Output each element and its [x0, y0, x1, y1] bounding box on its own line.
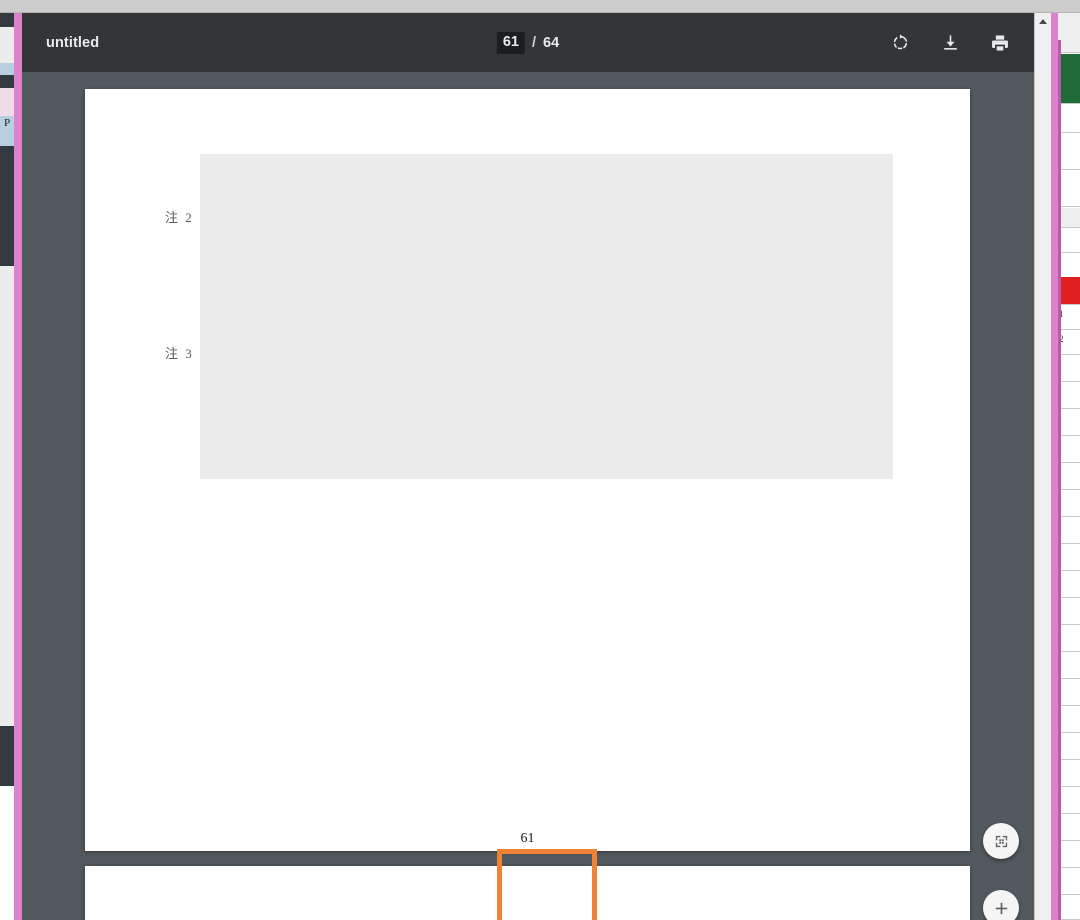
page-number-input[interactable]: 61 [496, 31, 525, 54]
note-label-3: 注 3 [165, 346, 194, 361]
download-button[interactable] [936, 29, 964, 57]
scrollbar-up-button[interactable] [1035, 13, 1051, 30]
page-folio-number: 61 [520, 831, 535, 846]
print-button[interactable] [986, 29, 1014, 57]
print-icon [990, 33, 1010, 53]
document-page-current: 注 2 注 3 61 [85, 89, 970, 851]
document-title: untitled [46, 34, 100, 51]
toolbar-actions [886, 29, 1014, 57]
background-magenta-strip-left [14, 13, 22, 920]
vertical-scrollbar[interactable] [1034, 13, 1051, 920]
rotate-icon [891, 33, 910, 52]
page-indicator: 61 / 64 [496, 31, 560, 54]
fit-to-page-button[interactable] [983, 823, 1019, 859]
background-left-letter: P [4, 117, 11, 129]
document-page-next [85, 866, 970, 920]
background-top-strip [0, 0, 1080, 13]
pdf-viewer-window: untitled 61 / 64 注 2 注 3 61 [22, 13, 1034, 920]
background-magenta-strip-right-inner [1058, 40, 1061, 920]
download-icon [941, 33, 960, 52]
rotate-button[interactable] [886, 29, 914, 57]
page-separator: / [531, 34, 537, 51]
caret-up-icon [1039, 19, 1047, 24]
plus-icon [993, 900, 1010, 917]
viewer-toolbar: untitled 61 / 64 [22, 13, 1034, 72]
note-label-2: 注 2 [165, 210, 194, 225]
page-total-count: 64 [543, 34, 560, 51]
document-scroll-area[interactable]: 注 2 注 3 61 [22, 72, 1034, 920]
fit-to-page-icon [994, 834, 1009, 849]
zoom-in-button[interactable] [983, 890, 1019, 920]
content-placeholder-block [200, 154, 893, 479]
screen-root: P 1 2 untitled 61 / 64 注 2 注 3 61 [0, 0, 1080, 920]
background-magenta-strip-right [1050, 13, 1058, 920]
